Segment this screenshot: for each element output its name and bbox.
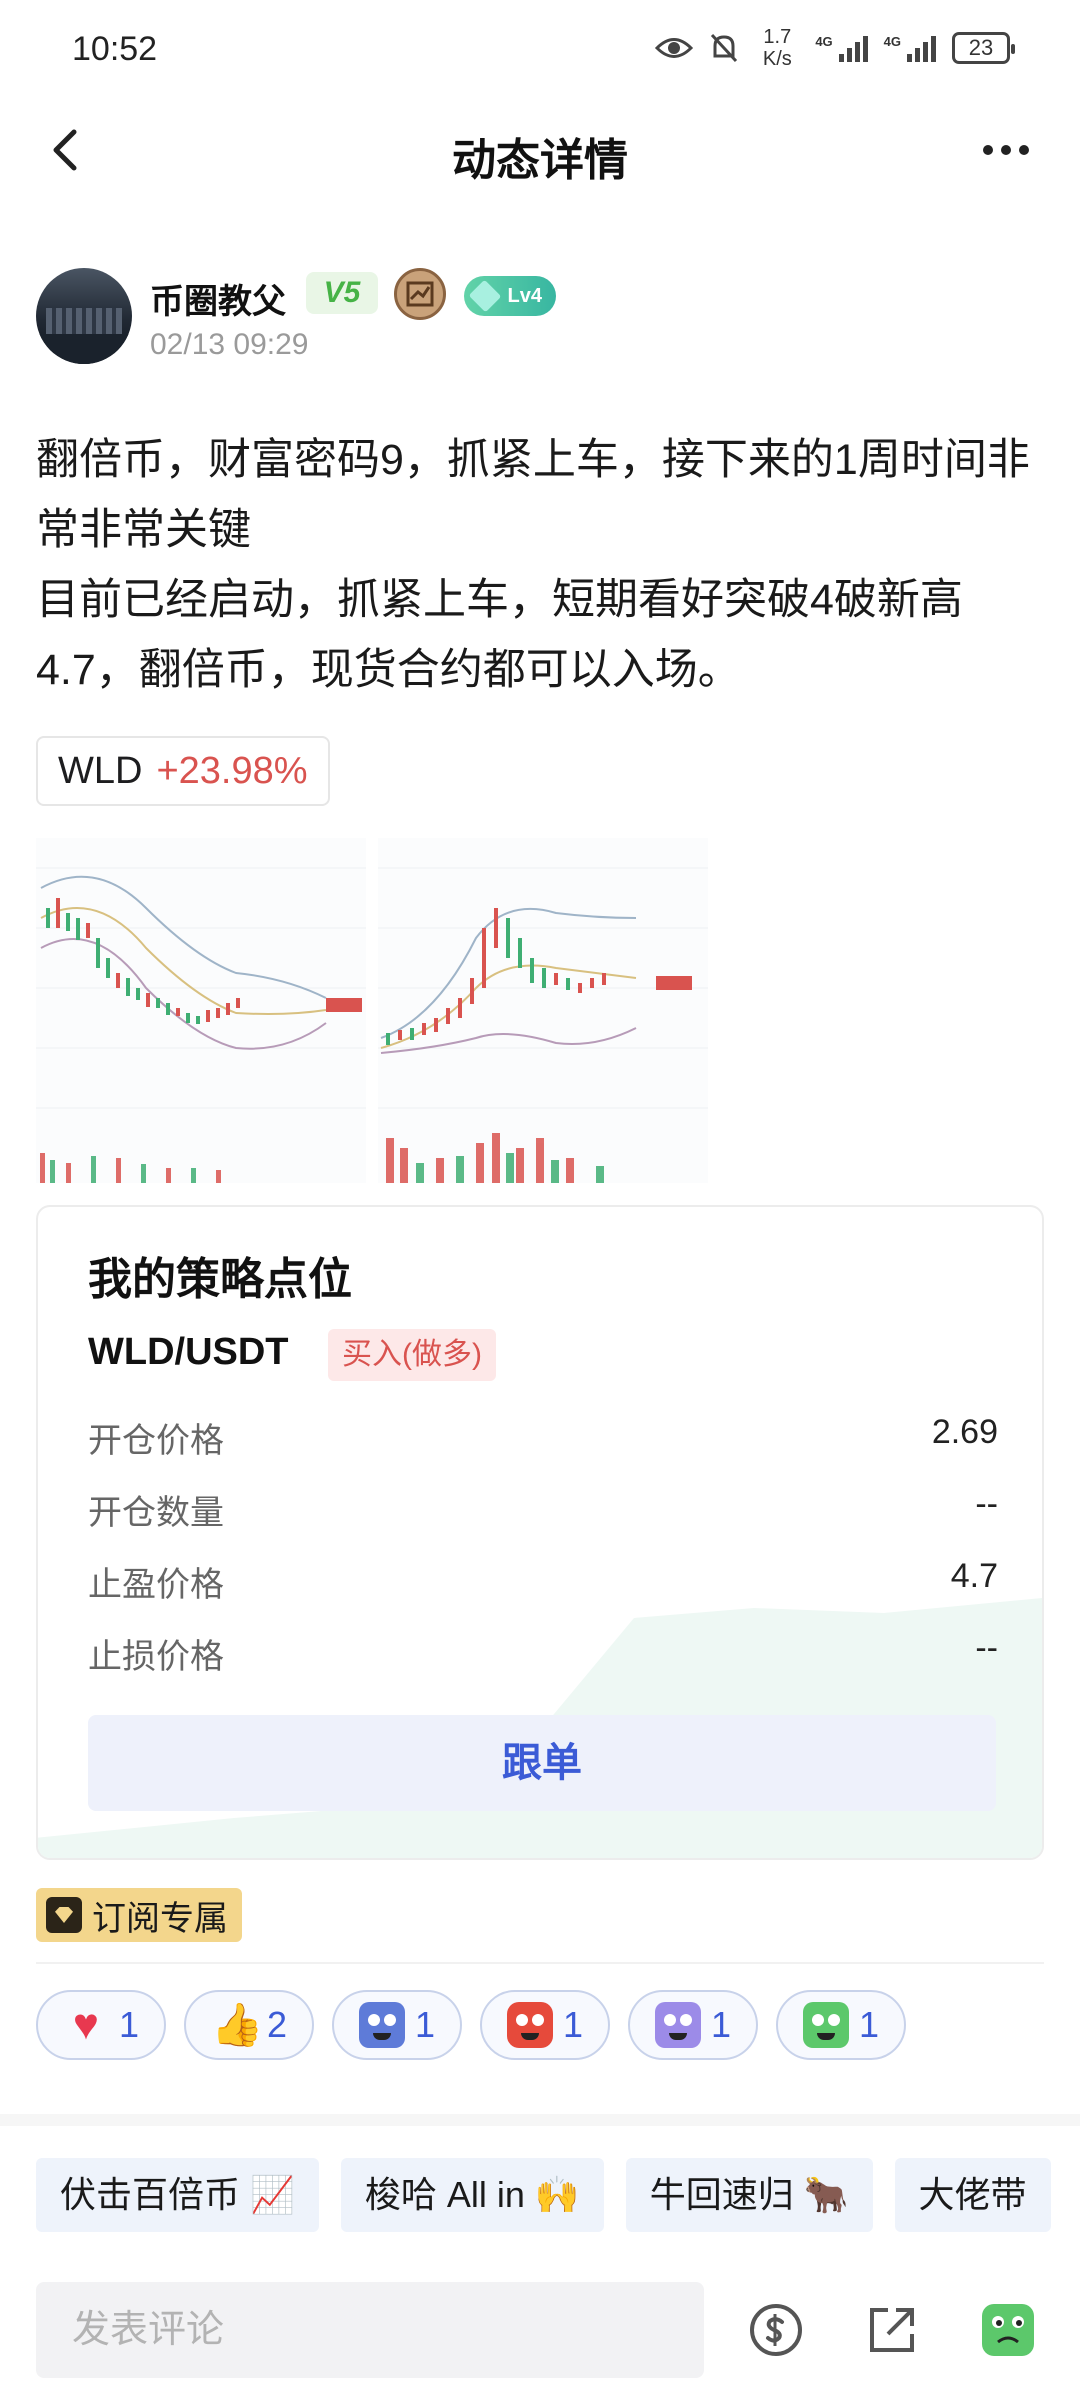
reaction-count: 1	[414, 2004, 436, 2045]
subscription-tag[interactable]: 订阅专属	[36, 1888, 242, 1942]
divider	[36, 1962, 1044, 1964]
top-nav: 动态详情	[0, 100, 1080, 200]
status-time: 10:52	[72, 30, 158, 68]
row-value: --	[975, 1485, 998, 1523]
reaction-bar: ♥ 1 👍 2 1 1 1 1	[36, 1990, 906, 2060]
post-paragraph: 目前已经启动，抓紧上车，短期看好突破4破新高4.7，翻倍币，现货合约都可以入场。	[36, 576, 963, 694]
row-value: --	[975, 1629, 998, 1667]
diamond-icon	[46, 1897, 82, 1933]
topic-chips: 伏击百倍币 📈 梭哈 All in 🙌 牛回速归 🐂 大佬带	[36, 2158, 1051, 2232]
reaction-crying[interactable]: 1	[776, 1990, 906, 2060]
reaction-count: 2	[266, 2004, 288, 2045]
strategy-title: 我的策略点位	[88, 1255, 352, 1304]
entry-price-row: 开仓价格 2.69	[88, 1413, 998, 1461]
mute-bell-icon	[711, 33, 738, 63]
level-badge: Lv4	[464, 276, 556, 316]
crying-emoji-icon	[802, 2002, 849, 2048]
robot-emoji-icon	[654, 2002, 701, 2048]
entry-amount-row: 开仓数量 --	[88, 1485, 998, 1533]
comment-input[interactable]: 发表评论	[36, 2282, 704, 2378]
take-profit-row: 止盈价格 4.7	[88, 1557, 998, 1605]
topic-chip[interactable]: 梭哈 All in 🙌	[340, 2158, 604, 2232]
reaction-count: 1	[118, 2004, 140, 2045]
status-bar: 10:52 1.7 K/s 4G 4G 23	[0, 0, 1080, 100]
follow-order-button[interactable]: 跟单	[88, 1715, 996, 1811]
trading-pair: WLD/USDT	[88, 1331, 289, 1373]
reaction-thumbs-up[interactable]: 👍 2	[184, 1990, 314, 2060]
share-icon[interactable]	[864, 2302, 920, 2358]
reaction-count: 1	[562, 2004, 584, 2045]
hodl-emoji-icon	[358, 2002, 405, 2048]
vip-badge: V5	[306, 272, 378, 314]
reaction-count: 1	[710, 2004, 732, 2045]
topic-chip[interactable]: 大佬带	[894, 2158, 1051, 2232]
battery-icon: 23	[952, 32, 1015, 64]
status-icons: 1.7 K/s 4G 4G 23	[655, 26, 1015, 70]
coin-tip-icon[interactable]	[748, 2302, 804, 2358]
angry-emoji-icon	[506, 2002, 553, 2048]
reaction-robot[interactable]: 1	[628, 1990, 758, 2060]
reaction-heart[interactable]: ♥ 1	[36, 1990, 166, 2060]
thumbs-up-icon: 👍	[210, 2001, 264, 2048]
strategy-card: 我的策略点位 WLD/USDT 买入(做多) 开仓价格 2.69 开仓数量 --…	[36, 1205, 1044, 1860]
author-name[interactable]: 币圈教父	[150, 274, 286, 323]
coin-change: +23.98%	[156, 749, 308, 792]
signal-icon-2: 4G	[884, 34, 936, 62]
row-value: 2.69	[931, 1413, 998, 1451]
row-label: 止盈价格	[88, 1566, 224, 1604]
stop-loss-row: 止损价格 --	[88, 1629, 998, 1677]
row-label: 开仓数量	[88, 1494, 224, 1532]
section-separator	[0, 2114, 1080, 2126]
network-speed: 1.7 K/s	[762, 26, 792, 70]
more-options-icon[interactable]	[976, 126, 1036, 174]
direction-badge: 买入(做多)	[328, 1329, 496, 1381]
eye-icon	[655, 38, 694, 58]
chart-badge-icon	[394, 268, 446, 320]
signal-icon: 4G	[815, 34, 868, 62]
topic-chip[interactable]: 伏击百倍币 📈	[36, 2158, 319, 2232]
emoji-reaction-icon[interactable]	[980, 2302, 1036, 2358]
reaction-angry[interactable]: 1	[480, 1990, 610, 2060]
row-label: 开仓价格	[88, 1422, 224, 1460]
subscription-label: 订阅专属	[92, 1899, 228, 1938]
author-info: 币圈教父 V5 Lv4 02/13 09:29	[36, 268, 1044, 368]
post-paragraph: 翻倍币，财富密码9，抓紧上车，接下来的1周时间非常非常关键	[36, 436, 1030, 554]
coin-tag[interactable]: WLD +23.98%	[36, 736, 330, 806]
page-title: 动态详情	[452, 136, 628, 185]
topic-chip[interactable]: 牛回速归 🐂	[625, 2158, 873, 2232]
post-time: 02/13 09:29	[150, 328, 309, 361]
coin-symbol: WLD	[58, 749, 143, 792]
avatar[interactable]	[36, 268, 132, 364]
row-value: 4.7	[950, 1557, 998, 1595]
row-label: 止损价格	[88, 1638, 224, 1676]
reaction-count: 1	[858, 2004, 880, 2045]
post-content: 翻倍币，财富密码9，抓紧上车，接下来的1周时间非常非常关键 目前已经启动，抓紧上…	[36, 425, 1046, 705]
reaction-hodl[interactable]: 1	[332, 1990, 462, 2060]
post-chart-images[interactable]	[36, 838, 708, 1183]
heart-icon: ♥	[72, 2000, 100, 2049]
